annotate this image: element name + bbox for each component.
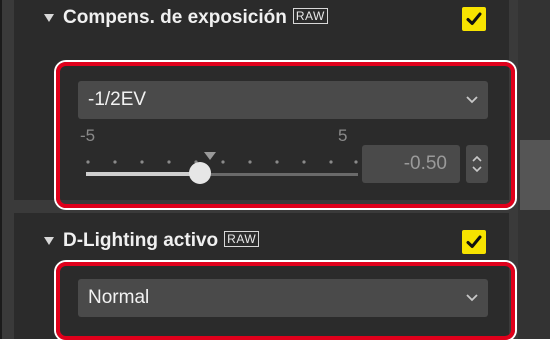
exposure-compensation-title: Compens. de exposición RAW	[63, 7, 328, 29]
scrollbar-thumb[interactable]	[520, 140, 550, 210]
exposure-slider-knob[interactable]	[189, 162, 211, 184]
d-lighting-dropdown[interactable]: Normal	[78, 279, 488, 317]
exposure-numeric-value: -0.50	[403, 153, 447, 174]
exposure-spinner[interactable]	[466, 145, 488, 183]
scrollbar[interactable]	[518, 0, 550, 339]
slider-zero-marker	[204, 152, 216, 160]
checkmark-icon	[466, 235, 482, 248]
d-lighting-title: D-Lighting activo RAW	[63, 230, 260, 252]
exposure-enable-checkbox[interactable]	[462, 7, 486, 31]
slider-min-label: -5	[80, 126, 96, 145]
d-lighting-title-text: D-Lighting activo	[63, 230, 219, 251]
d-lighting-enable-checkbox[interactable]	[462, 230, 486, 254]
d-lighting-dropdown-value: Normal	[88, 287, 150, 308]
chevron-down-icon	[466, 96, 478, 104]
exposure-dropdown-value: -1/2EV	[88, 89, 147, 110]
chevron-down-icon	[466, 294, 478, 302]
checkmark-icon	[466, 12, 482, 25]
collapse-triangle-icon[interactable]	[44, 14, 54, 22]
exposure-numeric-input[interactable]: -0.50	[362, 145, 460, 183]
exposure-compensation-header[interactable]: Compens. de exposición RAW	[14, 0, 509, 36]
exposure-value-dropdown[interactable]: -1/2EV	[78, 81, 488, 119]
slider-tick-dots	[86, 160, 358, 164]
d-lighting-header[interactable]: D-Lighting activo RAW	[14, 223, 509, 259]
raw-badge: RAW	[292, 8, 328, 24]
spinner-arrows-icon	[472, 155, 482, 173]
raw-badge: RAW	[224, 231, 260, 247]
collapse-triangle-icon[interactable]	[44, 237, 54, 245]
slider-max-label: 5	[338, 126, 348, 145]
exposure-title-text: Compens. de exposición	[63, 7, 287, 28]
slider-track-fill	[86, 172, 201, 176]
